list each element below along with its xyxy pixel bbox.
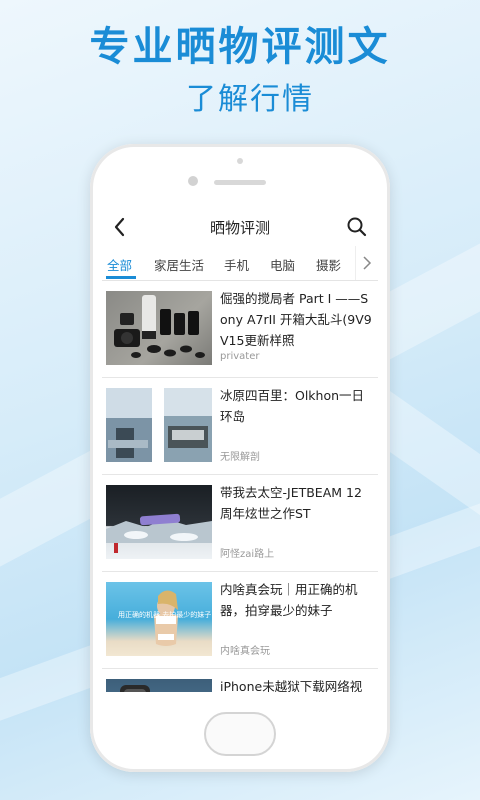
tab-photography[interactable]: 摄影 xyxy=(316,255,341,274)
article-title: 倔强的搅局者 Part I ——Sony A7rII 开箱大乱斗(9V9V15更… xyxy=(220,291,372,348)
search-button[interactable] xyxy=(344,214,370,240)
article-thumbnail-phone-screen xyxy=(106,679,212,692)
article-source: 内啥真会玩 xyxy=(220,646,270,657)
promo-subtitle: 了解行情 xyxy=(186,82,314,117)
article-title: 带我去太空-JETBEAM 12周年炫世之作ST xyxy=(220,485,362,521)
article-thumbnail-flashlight-on-ice xyxy=(106,485,212,559)
phone-sensor xyxy=(237,158,243,164)
chevron-right-icon xyxy=(363,256,372,270)
article-item[interactable]: 用正确的机器 去拍最少的妹子 内啥真会玩｜用正确的机器，拍穿最少的妹子 内啥真会… xyxy=(102,572,378,669)
home-button[interactable] xyxy=(204,712,276,756)
article-source: 无限解剖 xyxy=(220,452,260,463)
phone-camera xyxy=(188,176,198,186)
article-item[interactable]: 冰原四百里：Olkhon一日环岛 无限解剖 xyxy=(102,378,378,475)
article-title: 冰原四百里：Olkhon一日环岛 xyxy=(220,388,365,424)
tab-all[interactable]: 全部 xyxy=(107,255,132,274)
promo-title: 专业晒物评测文 xyxy=(89,24,391,70)
article-thumbnail-ice-lake xyxy=(106,388,212,462)
thumbnail-caption: 用正确的机器 去拍最少的妹子 xyxy=(118,611,212,619)
article-item[interactable]: iPhone未越狱下载网络视 xyxy=(102,669,378,692)
article-item[interactable]: 带我去太空-JETBEAM 12周年炫世之作ST 阿怪zai路上 xyxy=(102,475,378,572)
article-title: 内啥真会玩｜用正确的机器，拍穿最少的妹子 xyxy=(220,582,358,618)
more-tabs-button[interactable] xyxy=(355,246,378,280)
article-thumbnail-camera-lenses xyxy=(106,291,212,365)
category-tabs: 全部 家居生活 手机 电脑 摄影 xyxy=(102,246,378,281)
tab-computer[interactable]: 电脑 xyxy=(270,255,295,274)
phone-frame: 晒物评测 全部 家居生活 手机 电脑 摄影 倔强的搅局者 Part I ——So… xyxy=(90,144,390,772)
active-tab-indicator xyxy=(106,276,136,279)
article-source: 阿怪zai路上 xyxy=(220,549,275,560)
tab-phone[interactable]: 手机 xyxy=(224,255,249,274)
nav-bar: 晒物评测 xyxy=(102,208,378,246)
search-icon xyxy=(347,217,367,237)
article-item[interactable]: 倔强的搅局者 Part I ——Sony A7rII 开箱大乱斗(9V9V15更… xyxy=(102,281,378,378)
app-screen: 晒物评测 全部 家居生活 手机 电脑 摄影 倔强的搅局者 Part I ——So… xyxy=(102,208,378,692)
article-source: privater xyxy=(220,351,260,362)
article-title: iPhone未越狱下载网络视 xyxy=(220,679,363,692)
tab-home-life[interactable]: 家居生活 xyxy=(154,255,204,274)
page-title: 晒物评测 xyxy=(209,219,270,237)
article-thumbnail-beach-photo: 用正确的机器 去拍最少的妹子 xyxy=(106,582,212,656)
phone-speaker xyxy=(214,180,266,185)
